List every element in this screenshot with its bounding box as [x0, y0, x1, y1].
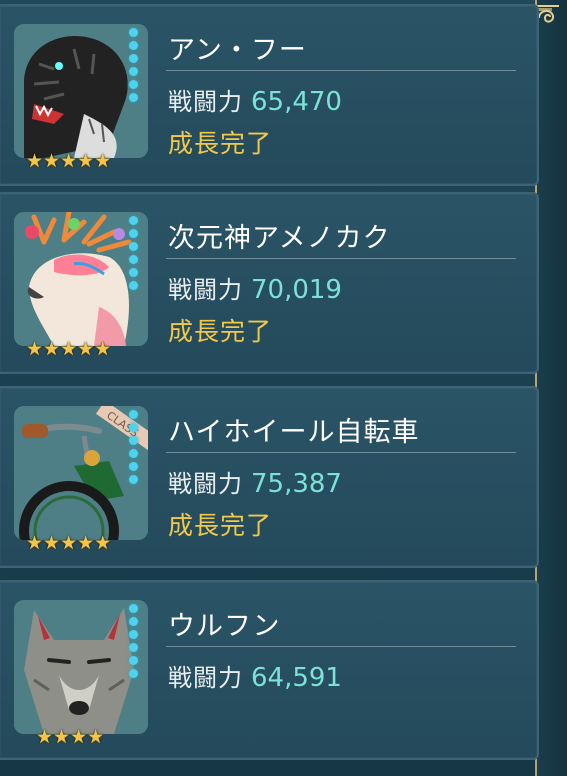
level-dot — [128, 28, 138, 37]
star-icon: ★ — [60, 338, 78, 360]
star-icon: ★ — [43, 150, 61, 172]
star-icon: ★ — [53, 726, 71, 748]
star-icon: ★ — [26, 338, 44, 360]
unit-name: アン・フー — [168, 35, 307, 66]
power-value: 65,470 — [251, 87, 342, 117]
power-label: 戦闘力 — [168, 276, 243, 304]
power-label: 戦闘力 — [168, 88, 243, 116]
power-value: 70,019 — [251, 275, 342, 305]
right-panel-edge — [535, 0, 567, 776]
power-label: 戦闘力 — [168, 664, 243, 692]
star-icon: ★ — [70, 726, 88, 748]
level-dots — [127, 216, 139, 290]
unit-card[interactable]: CLASS ★ ★ ★ ★ ★ ハイホイール自転車 戦闘力 75,387 成長完了 — [0, 386, 539, 568]
unit-card[interactable]: ★ ★ ★ ★ ★ アン・フー 戦闘力 65,470 成長完了 — [0, 4, 539, 186]
level-dot — [128, 41, 138, 50]
level-dots — [127, 604, 139, 678]
level-dot — [128, 475, 138, 484]
divider — [166, 70, 516, 71]
star-icon: ★ — [43, 338, 61, 360]
level-dot — [128, 216, 138, 225]
star-rating: ★ ★ ★ ★ ★ — [26, 150, 112, 172]
star-icon: ★ — [26, 150, 44, 172]
star-rating: ★ ★ ★ ★ — [36, 726, 105, 748]
star-icon: ★ — [60, 532, 78, 554]
star-rating: ★ ★ ★ ★ ★ — [26, 338, 112, 360]
power-value: 75,387 — [251, 469, 342, 499]
star-icon: ★ — [94, 150, 112, 172]
level-dot — [128, 268, 138, 277]
unit-card[interactable]: ★ ★ ★ ★ ★ 次元神アメノカク 戦闘力 70,019 成長完了 — [0, 192, 539, 374]
power-label: 戦闘力 — [168, 470, 243, 498]
unit-name: ハイホイール自転車 — [168, 417, 420, 448]
level-dot — [128, 604, 138, 613]
power-row: 戦闘力 75,387 — [168, 464, 342, 499]
divider — [166, 452, 516, 453]
star-icon: ★ — [77, 338, 95, 360]
growth-status: 成長完了 — [168, 317, 273, 346]
level-dot — [128, 630, 138, 639]
level-dot — [128, 436, 138, 445]
divider — [166, 646, 516, 647]
power-row: 戦闘力 70,019 — [168, 270, 342, 305]
unit-name: ウルフン — [168, 611, 281, 642]
star-icon: ★ — [87, 726, 105, 748]
level-dot — [128, 423, 138, 432]
level-dot — [128, 656, 138, 665]
level-dot — [128, 617, 138, 626]
star-icon: ★ — [77, 150, 95, 172]
level-dots — [127, 28, 139, 102]
star-icon: ★ — [94, 338, 112, 360]
star-icon: ★ — [26, 532, 44, 554]
level-dot — [128, 80, 138, 89]
level-dot — [128, 281, 138, 290]
level-dot — [128, 643, 138, 652]
star-icon: ★ — [43, 532, 61, 554]
level-dot — [128, 462, 138, 471]
divider — [166, 258, 516, 259]
unit-card[interactable]: ★ ★ ★ ★ ウルフン 戦闘力 64,591 — [0, 580, 539, 760]
star-icon: ★ — [94, 532, 112, 554]
level-dots — [127, 410, 139, 484]
level-dot — [128, 229, 138, 238]
level-dot — [128, 669, 138, 678]
power-row: 戦闘力 64,591 — [168, 658, 342, 693]
growth-status: 成長完了 — [168, 511, 273, 540]
star-icon: ★ — [36, 726, 54, 748]
level-dot — [128, 449, 138, 458]
growth-status: 成長完了 — [168, 129, 273, 158]
unit-name: 次元神アメノカク — [168, 223, 391, 254]
level-dot — [128, 93, 138, 102]
power-value: 64,591 — [251, 663, 342, 693]
level-dot — [128, 242, 138, 251]
power-row: 戦闘力 65,470 — [168, 82, 342, 117]
star-rating: ★ ★ ★ ★ ★ — [26, 532, 112, 554]
star-icon: ★ — [60, 150, 78, 172]
level-dot — [128, 54, 138, 63]
level-dot — [128, 67, 138, 76]
level-dot — [128, 255, 138, 264]
star-icon: ★ — [77, 532, 95, 554]
level-dot — [128, 410, 138, 419]
